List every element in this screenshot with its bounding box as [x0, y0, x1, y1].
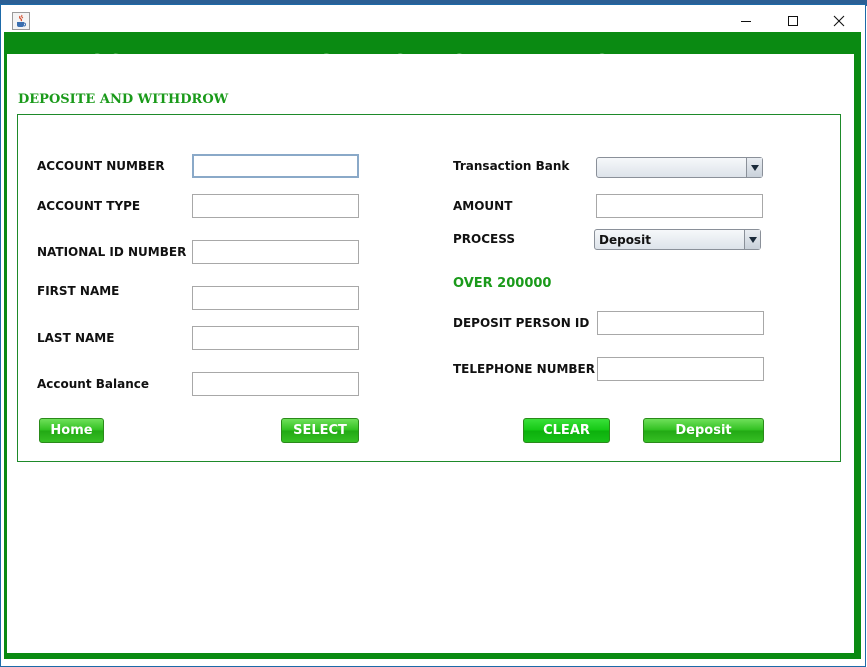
transaction-bank-label: Transaction Bank: [453, 159, 570, 173]
account-balance-field[interactable]: [192, 372, 359, 396]
account-number-field[interactable]: [192, 154, 359, 178]
telephone-number-field[interactable]: [597, 357, 764, 381]
account-type-field[interactable]: [192, 194, 359, 218]
close-icon: [833, 15, 845, 26]
amount-field[interactable]: [596, 194, 763, 218]
deposit-person-id-label: DEPOSIT PERSON ID: [453, 316, 590, 330]
page-title: DEPOSITE - WITHDROW - CHECK BALANCE: [31, 50, 629, 77]
account-balance-label: Account Balance: [37, 377, 150, 391]
account-number-label: ACCOUNT NUMBER: [37, 159, 165, 173]
process-select[interactable]: Deposit: [594, 229, 761, 250]
chevron-down-icon: [744, 230, 760, 249]
maximize-icon: [788, 15, 798, 26]
telephone-number-label: TELEPHONE NUMBER: [453, 362, 595, 376]
over-amount-label: OVER 200000: [453, 276, 552, 291]
minimize-icon: [741, 20, 751, 22]
account-type-label: ACCOUNT TYPE: [37, 199, 141, 213]
first-name-field[interactable]: [192, 286, 359, 310]
process-label: PROCESS: [453, 232, 515, 246]
national-id-field[interactable]: [192, 240, 359, 264]
transaction-bank-select[interactable]: [596, 157, 763, 178]
deposit-button[interactable]: Deposit: [643, 418, 764, 443]
amount-label: AMOUNT: [453, 199, 513, 213]
panel-title: DEPOSITE AND WITHDROW: [18, 92, 229, 107]
national-id-label: NATIONAL ID NUMBER: [37, 245, 187, 259]
select-button[interactable]: SELECT: [281, 418, 359, 443]
deposit-person-id-field[interactable]: [597, 311, 764, 335]
chevron-down-icon: [746, 158, 762, 177]
java-cup-icon: [12, 12, 30, 30]
home-button[interactable]: Home: [39, 418, 104, 443]
last-name-label: LAST NAME: [37, 331, 115, 345]
clear-button[interactable]: CLEAR: [523, 418, 610, 443]
process-selected: Deposit: [599, 233, 651, 247]
first-name-label: FIRST NAME: [37, 284, 120, 298]
last-name-field[interactable]: [192, 326, 359, 350]
